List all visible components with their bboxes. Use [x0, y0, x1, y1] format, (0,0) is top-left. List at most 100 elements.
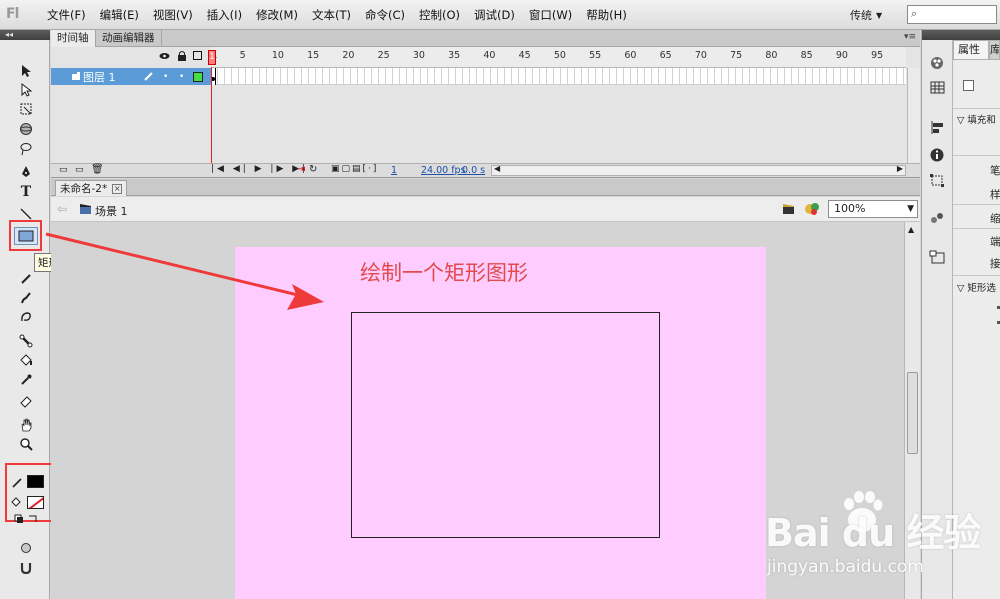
tab-timeline[interactable]: 时间轴 [51, 30, 96, 47]
menu-insert[interactable]: 插入(I) [200, 0, 249, 30]
swatches-panel-icon[interactable] [929, 80, 946, 95]
dock-header[interactable] [922, 30, 954, 40]
text-tool-icon[interactable]: T [14, 183, 38, 201]
panel-menu-icon[interactable]: ▾≡ [904, 32, 916, 42]
zoom-tool-icon[interactable] [14, 435, 38, 453]
menu-edit[interactable]: 编辑(E) [93, 0, 146, 30]
menu-debug[interactable]: 调试(D) [467, 0, 522, 30]
motion-presets-icon[interactable] [929, 250, 946, 265]
color-panel-icon[interactable] [929, 55, 946, 70]
frame-cells[interactable] [211, 68, 906, 85]
layer-icon [71, 71, 81, 84]
center-frame-icon[interactable]: ⇥ [297, 164, 305, 175]
playback-controls[interactable]: |◀ ◀| ▶ |▶ ▶| [211, 164, 308, 174]
layer-header [51, 47, 211, 68]
3d-rotation-tool-icon[interactable] [14, 120, 38, 138]
rectangle-tool-icon[interactable] [14, 227, 38, 245]
edit-symbols-icon[interactable] [804, 201, 822, 219]
pencil-tool-icon[interactable] [14, 270, 38, 288]
menu-modify[interactable]: 修改(M) [249, 0, 305, 30]
lasso-tool-icon[interactable] [14, 140, 38, 158]
pen-tool-icon[interactable] [14, 163, 38, 181]
frame-ruler-label: 95 [871, 50, 884, 61]
free-transform-tool-icon[interactable] [14, 100, 38, 118]
magnet-icon[interactable] [14, 558, 38, 576]
info-panel-icon[interactable] [929, 147, 946, 162]
scroll-left-icon[interactable]: ◀ [494, 164, 500, 173]
scrollbar-thumb[interactable] [907, 372, 918, 454]
fps-readout[interactable]: 24.00 fps [421, 165, 466, 176]
align-panel-icon[interactable] [929, 120, 946, 135]
layer-lock-dot[interactable]: • [179, 72, 184, 82]
fill-stroke-section-label: 填充和 [967, 115, 996, 126]
timeline-vertical-scrollbar[interactable] [907, 68, 920, 163]
paint-bucket-tool-icon[interactable] [14, 351, 38, 369]
brush-tool-icon[interactable] [14, 289, 38, 307]
subselection-tool-icon[interactable] [14, 81, 38, 99]
timeline-horizontal-scrollbar[interactable]: ◀ ▶ [491, 164, 906, 176]
menu-text[interactable]: 文本(T) [305, 0, 358, 30]
current-frame-readout[interactable]: 1 [391, 165, 397, 176]
menu-commands[interactable]: 命令(C) [358, 0, 412, 30]
layer-row[interactable]: 图层 1 • • [51, 68, 211, 85]
new-folder-icon[interactable]: ▭ [75, 165, 84, 175]
outline-icon[interactable] [193, 51, 202, 60]
eraser-tool-icon[interactable] [14, 392, 38, 410]
layer-visible-dot[interactable]: • [163, 72, 168, 82]
frame-ruler-label: 55 [589, 50, 602, 61]
menu-window[interactable]: 窗口(W) [522, 0, 579, 30]
tab-motion-editor[interactable]: 动画编辑器 [96, 30, 162, 47]
new-layer-icon[interactable]: ▭ [59, 165, 68, 175]
workspace-dropdown[interactable]: 传统 ▼ [850, 6, 898, 24]
transform-panel-icon[interactable] [929, 173, 946, 188]
layer-outline-color[interactable] [193, 72, 203, 82]
stroke-color-swatch[interactable] [27, 475, 44, 488]
timeline-tabs: 时间轴 动画编辑器 ▾≡ [51, 30, 920, 47]
tab-properties[interactable]: 属性 [953, 40, 989, 60]
playhead[interactable]: 1 [208, 47, 216, 164]
back-arrow-icon[interactable]: ⇦ [57, 202, 67, 216]
eye-icon[interactable] [159, 51, 170, 64]
selection-tool-icon[interactable] [14, 62, 38, 80]
rectangle-options-section[interactable]: ▽ 矩形选 [957, 280, 1000, 294]
properties-header[interactable] [953, 30, 1000, 40]
zoom-dropdown[interactable]: 100% ▼ [828, 200, 918, 218]
document-title: 未命名-2* [60, 182, 108, 195]
frame-ruler[interactable]: 15101520253035404550556065707580859095 [211, 47, 906, 68]
layer-name[interactable]: 图层 1 [83, 69, 116, 85]
collapse-icon[interactable]: ◂◂ [5, 30, 13, 40]
stroke-label: 笔 [990, 165, 1000, 177]
snap-to-objects-icon[interactable] [14, 539, 38, 557]
menu-view[interactable]: 视图(V) [146, 0, 200, 30]
edit-scene-icon[interactable] [782, 202, 798, 219]
zoom-value: 100% [834, 202, 866, 215]
lock-icon[interactable] [177, 50, 187, 64]
menu-help[interactable]: 帮助(H) [579, 0, 634, 30]
loop-icon[interactable]: ↻ [309, 164, 317, 175]
tab-library[interactable]: 库 [989, 40, 1000, 60]
drawn-rectangle[interactable] [351, 312, 660, 538]
scroll-right-icon[interactable]: ▶ [897, 164, 903, 173]
scroll-up-icon[interactable]: ▲ [908, 225, 914, 234]
frame-ruler-label: 60 [624, 50, 637, 61]
menu-file[interactable]: 文件(F) [40, 0, 93, 30]
close-icon[interactable]: × [112, 183, 123, 194]
eyedropper-tool-icon[interactable] [14, 371, 38, 389]
playhead-marker[interactable]: 1 [208, 50, 216, 65]
components-panel-icon[interactable] [929, 210, 946, 225]
bone-tool-icon[interactable] [14, 332, 38, 350]
frame-ruler-label: 85 [800, 50, 813, 61]
deco-tool-icon[interactable] [14, 308, 38, 326]
time-readout[interactable]: 0.0 s [462, 165, 485, 176]
scene-label[interactable]: 场景 1 [95, 203, 128, 219]
tools-panel-header[interactable]: ◂◂ [0, 30, 50, 40]
menu-control[interactable]: 控制(O) [412, 0, 467, 30]
fill-stroke-section[interactable]: ▽ 填充和 [957, 112, 1000, 126]
help-search-input[interactable]: ⌕ [907, 5, 997, 24]
fill-color-swatch[interactable] [27, 496, 44, 509]
onion-skin-icons[interactable]: ▣▢▤[·] [331, 164, 378, 174]
swap-colors-icon[interactable] [14, 514, 40, 524]
hand-tool-icon[interactable] [14, 416, 38, 434]
delete-layer-icon[interactable]: 🗑 [91, 164, 104, 175]
document-tab[interactable]: 未命名-2* × [55, 180, 128, 196]
